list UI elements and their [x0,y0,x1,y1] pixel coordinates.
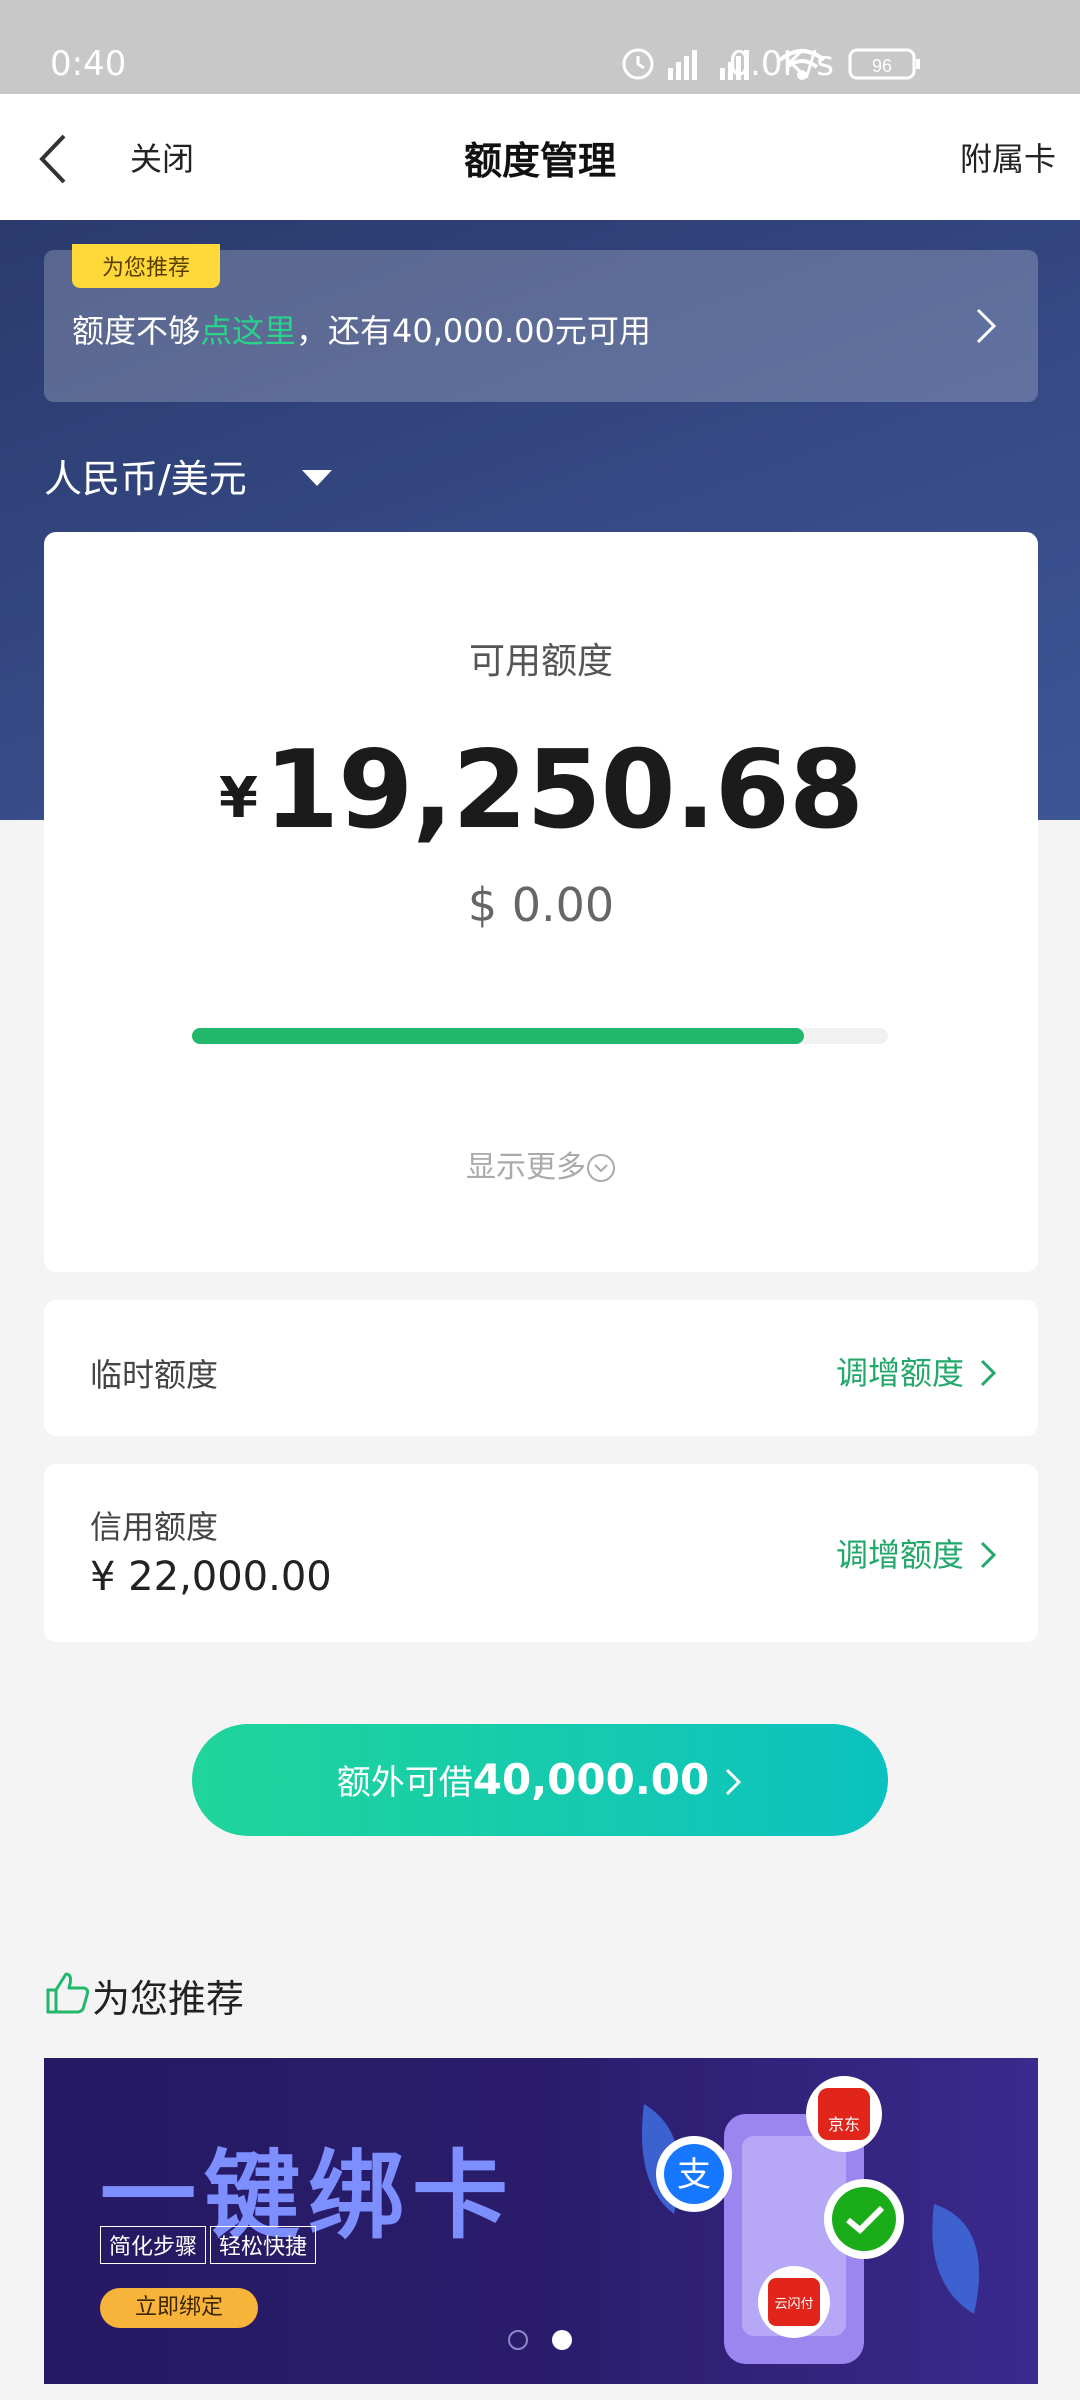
currency-symbol: ¥ [218,766,258,831]
recommend-title: 为您推荐 [92,1977,245,2021]
carousel-dot-active[interactable] [552,2330,572,2350]
status-bar: 0:40 0.0K/s 96 [0,0,1080,94]
banner-illustration: 支 京东 云闪付 [642,2076,979,2364]
usd-amount: $ 0.00 [467,878,615,932]
alarm-icon [622,48,654,80]
promo-link[interactable]: 点这里 [200,312,296,350]
credit-limit-label: 信用额度 [90,1508,219,1546]
available-limit-label: 可用额度 [468,641,613,682]
chevron-right-icon [726,1768,742,1796]
chevron-right-icon [976,308,997,344]
promo-tag: 为您推荐 [72,244,221,288]
banner-tag: 简化步骤 [100,2226,207,2264]
page-title: 额度管理 [463,139,616,183]
promo-text-suffix: ，还有40,000.00元可用 [296,312,651,350]
wechat-icon [824,2179,904,2259]
available-limit-card: 可用额度 ¥19,250.68 $ 0.00 显示更多 [44,532,1038,1272]
available-limit-amount: ¥19,250.68 [44,728,1038,853]
extra-borrow-button[interactable]: 额外可借40,000.00 [192,1724,888,1836]
svg-text:支: 支 [677,2155,711,2195]
battery-level: 96 [872,56,892,76]
increase-temp-limit-label: 调增额度 [835,1354,964,1392]
temporary-limit-label: 临时额度 [90,1356,219,1394]
chevron-right-icon [980,1359,997,1387]
status-time: 0:40 [50,44,127,84]
chevron-down-circle-icon [587,1154,615,1182]
increase-temp-limit-button[interactable]: 调增额度 [836,1348,998,1394]
extra-borrow-amount: 40,000.00 [472,1755,710,1804]
promo-banner[interactable]: 为您推荐 额度不够点这里，还有40,000.00元可用 [44,244,1038,402]
promo-text-prefix: 额度不够 [72,312,201,350]
status-icons: 96 [622,48,920,80]
alipay-icon: 支 [656,2136,732,2212]
jd-icon: 京东 [806,2076,882,2152]
svg-text:云闪付: 云闪付 [774,2297,813,2312]
credit-limit-value: ¥ 22,000.00 [90,1554,332,1600]
show-more-label: 显示更多 [466,1150,586,1185]
banner-tags: 简化步骤 轻松快捷 [100,2226,317,2264]
nav-bar: 关闭 额度管理 附属卡 [0,94,1080,220]
thumbs-up-icon [46,1972,90,2014]
increase-credit-limit-button[interactable]: 调增额度 [836,1530,998,1576]
currency-dropdown[interactable]: 人民币/美元 [44,448,247,503]
carousel-dot[interactable] [508,2330,528,2350]
credit-limit-row: 信用额度 ¥ 22,000.00 调增额度 [44,1464,1038,1642]
signal-icon [668,50,749,80]
available-amount-value: 19,250.68 [263,728,864,853]
temporary-limit-row: 临时额度 调增额度 [44,1300,1038,1436]
bind-now-button[interactable]: 立即绑定 [100,2288,258,2328]
limit-progress-fill [192,1028,805,1044]
caret-down-icon[interactable] [300,468,334,488]
bind-card-banner[interactable]: 一键绑卡 简化步骤 轻松快捷 立即绑定 支 京东 云闪付 [44,2058,1038,2384]
extra-borrow-label: 额外可借 [336,1763,473,1803]
chevron-right-icon [980,1541,997,1569]
sub-card-button[interactable]: 附属卡 [960,134,1056,180]
svg-text:京东: 京东 [828,2115,860,2134]
promo-text: 额度不够点这里，还有40,000.00元可用 [72,306,651,352]
limit-progress-bar [192,1028,888,1044]
increase-credit-limit-label: 调增额度 [835,1536,964,1574]
wifi-icon [778,49,826,80]
show-more-button[interactable]: 显示更多 [44,1142,1038,1186]
banner-tag: 轻松快捷 [210,2226,317,2264]
unionpay-icon: 云闪付 [758,2266,830,2338]
